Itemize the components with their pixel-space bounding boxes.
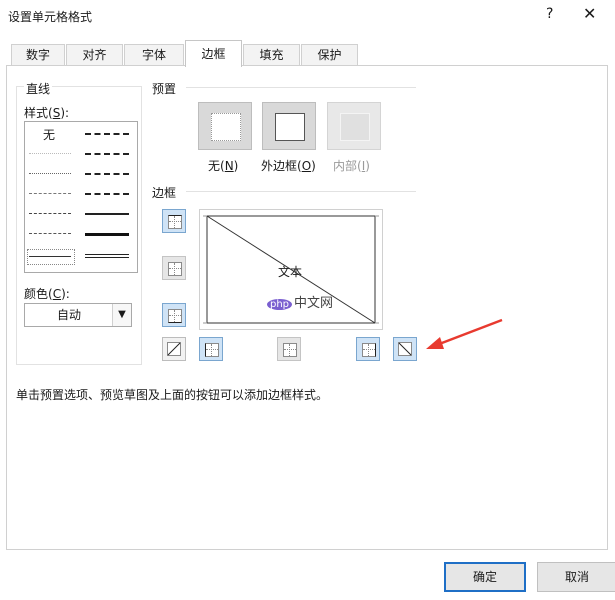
border-inside-horizontal-button[interactable]: [162, 256, 186, 280]
line-style-none[interactable]: 无: [43, 126, 55, 143]
border-left-button[interactable]: [199, 337, 223, 361]
watermark: php 中文网: [267, 292, 333, 311]
close-button[interactable]: ✕: [583, 4, 596, 23]
border-inside-horizontal-icon: [168, 262, 182, 276]
border-bottom-button[interactable]: [162, 303, 186, 327]
color-label: 颜色(C):: [24, 287, 70, 301]
chevron-down-icon[interactable]: ▼: [112, 304, 131, 326]
line-style-slant-dash-dot[interactable]: [85, 153, 129, 155]
line-style-dashed[interactable]: [29, 233, 71, 234]
border-right-button[interactable]: [356, 337, 380, 361]
tab-number[interactable]: 数字: [11, 44, 65, 66]
presets-title: 预置: [152, 82, 177, 96]
preset-outline-icon: [275, 113, 305, 141]
diagonal-down-icon: [398, 342, 412, 356]
line-group-title: 直线: [24, 80, 53, 97]
cancel-button[interactable]: 取消: [537, 562, 615, 592]
tab-font[interactable]: 字体: [124, 44, 184, 66]
line-style-hair[interactable]: [29, 153, 71, 154]
annotation-arrow-icon: [426, 318, 503, 349]
line-style-medium-dashed[interactable]: [85, 193, 129, 195]
border-right-icon: [362, 343, 376, 357]
border-top-icon: [168, 215, 182, 229]
border-preview[interactable]: 文本: [199, 209, 383, 330]
line-style-medium[interactable]: [85, 213, 129, 215]
preview-text: 文本: [278, 265, 303, 279]
watermark-logo: php: [267, 299, 293, 310]
color-dropdown-value: 自动: [56, 308, 81, 322]
line-style-medium-dash-dot-dot[interactable]: [85, 133, 129, 135]
preset-inside-label: 内部(I): [333, 159, 370, 173]
border-separator: [186, 191, 416, 192]
border-bottom-icon: [168, 309, 182, 323]
style-label: 样式(S):: [24, 106, 70, 120]
color-dropdown[interactable]: 自动 ▼: [24, 303, 132, 327]
preset-none-icon: [211, 113, 241, 141]
line-style-dotted[interactable]: [29, 173, 71, 174]
preset-none-button[interactable]: [198, 102, 252, 150]
border-top-button[interactable]: [162, 209, 186, 233]
preset-inside-button[interactable]: [327, 102, 381, 150]
tab-alignment[interactable]: 对齐: [66, 44, 123, 66]
line-style-double[interactable]: [85, 254, 129, 258]
line-style-medium-dash-dot[interactable]: [85, 173, 129, 175]
line-style-list[interactable]: 无: [24, 121, 138, 273]
preset-outline-label: 外边框(O): [261, 159, 316, 173]
help-button[interactable]: ?: [546, 6, 553, 22]
border-title: 边框: [152, 186, 177, 200]
presets-separator: [186, 87, 416, 88]
line-style-thin-selected[interactable]: [27, 249, 75, 265]
dialog-title: 设置单元格格式: [8, 10, 93, 24]
line-style-dash-dot[interactable]: [29, 213, 71, 214]
tab-protection[interactable]: 保护: [301, 44, 358, 66]
diagonal-up-icon: [167, 342, 181, 356]
border-inside-vertical-icon: [283, 343, 297, 357]
hint-text: 单击预置选项、预览草图及上面的按钮可以添加边框样式。: [16, 388, 329, 402]
preset-inside-icon: [340, 113, 370, 141]
border-left-icon: [205, 343, 219, 357]
preset-outline-button[interactable]: [262, 102, 316, 150]
border-diagonal-down-button[interactable]: [393, 337, 417, 361]
watermark-text: 中文网: [294, 296, 334, 311]
preset-none-label: 无(N): [208, 159, 239, 173]
line-style-thin[interactable]: [29, 256, 71, 257]
ok-button[interactable]: 确定: [444, 562, 526, 592]
line-style-dash-dot-dot[interactable]: [29, 193, 71, 194]
tab-fill[interactable]: 填充: [243, 44, 300, 66]
tab-border[interactable]: 边框: [185, 40, 242, 67]
border-diagonal-up-button[interactable]: [162, 337, 186, 361]
line-style-thick[interactable]: [85, 233, 129, 236]
border-inside-vertical-button[interactable]: [277, 337, 301, 361]
